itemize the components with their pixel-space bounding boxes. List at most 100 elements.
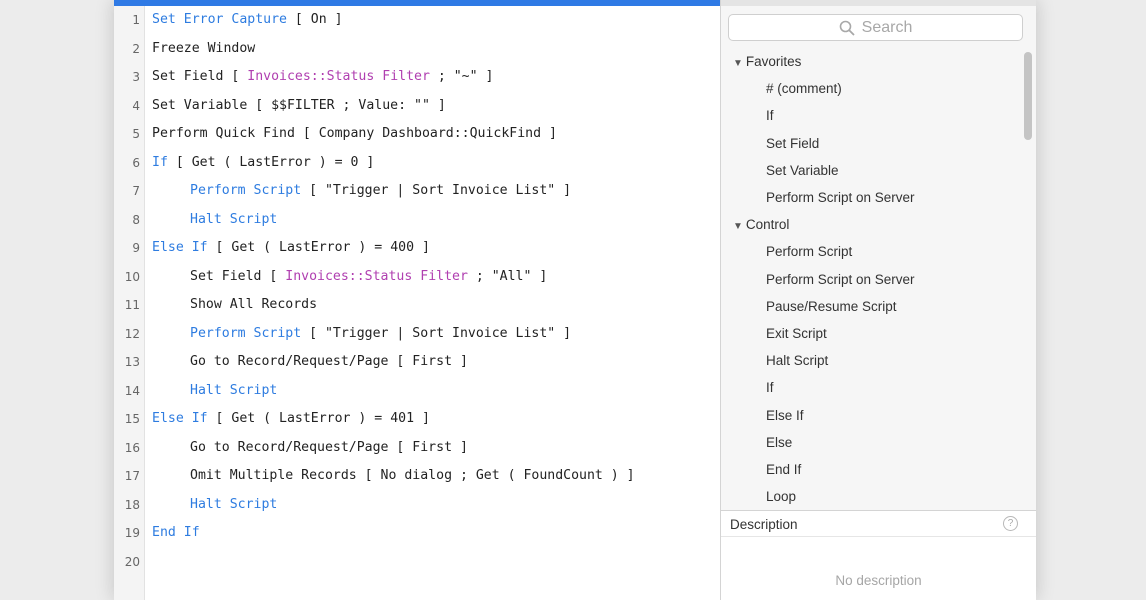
- help-icon[interactable]: ?: [1003, 516, 1018, 531]
- line-number: 19: [124, 526, 140, 540]
- step-list-item[interactable]: Loop: [766, 483, 1019, 510]
- step-code: Set Field [ Invoices::Status Filter ; "A…: [190, 263, 547, 291]
- script-step-line[interactable]: 18 Halt Script: [114, 491, 720, 519]
- step-keyword: Else If: [152, 240, 208, 255]
- step-text: [ Get ( LastError ) = 0 ]: [167, 154, 375, 170]
- script-step-line[interactable]: 9 Else If [ Get ( LastError ) = 400 ]: [114, 234, 720, 262]
- line-number: 17: [124, 469, 140, 483]
- step-text: Set Field [: [152, 69, 248, 84]
- step-code: Perform Script [ "Trigger | Sort Invoice…: [190, 177, 571, 205]
- category-label: Control: [745, 217, 790, 233]
- step-text: Go to Record/Request/Page [ First ]: [190, 439, 468, 455]
- script-steps-list: ▼ Favorites # (comment) If Set Field Set Vari…: [721, 48, 1019, 510]
- step-keyword: If: [152, 154, 168, 170]
- step-code: Set Variable [ $$FILTER ; Value: "" ]: [152, 92, 446, 120]
- description-header: Description ?: [721, 510, 1036, 537]
- step-text: [ "Trigger | Sort Invoice List" ]: [301, 325, 572, 341]
- steps-scrollbar[interactable]: [1020, 48, 1036, 510]
- step-code: Show All Records: [190, 291, 317, 319]
- line-number: 6: [132, 155, 140, 170]
- step-code: Set Error Capture [ On ]: [152, 6, 343, 34]
- script-step-line[interactable]: 1 Set Error Capture [ On ]: [114, 6, 720, 34]
- step-code: Halt Script: [190, 206, 277, 234]
- step-text: Set Variable [ $$FILTER ; Value: "" ]: [152, 97, 446, 113]
- description-text: No description: [835, 573, 922, 588]
- category-control[interactable]: ▼ Control: [733, 211, 1019, 238]
- description-body: No description: [721, 537, 1036, 600]
- step-list-item[interactable]: Pause/Resume Script: [766, 293, 1019, 320]
- script-step-line[interactable]: 16 Go to Record/Request/Page [ First ]: [114, 434, 720, 462]
- step-text: [ Get ( LastError ) = 400 ]: [207, 240, 430, 255]
- line-number: 15: [124, 412, 140, 426]
- step-code: End If: [152, 519, 200, 547]
- script-step-line[interactable]: 12 Perform Script [ "Trigger | Sort Invoi…: [114, 320, 720, 348]
- step-list-item[interactable]: Perform Script: [766, 238, 1019, 265]
- search-placeholder: Search: [861, 18, 913, 36]
- line-number: 11: [124, 298, 140, 312]
- script-step-line[interactable]: 2 Freeze Window: [114, 35, 720, 63]
- line-number: 20: [124, 554, 140, 569]
- category-favorites[interactable]: ▼ Favorites: [733, 48, 1019, 75]
- disclosure-triangle-icon[interactable]: ▼: [733, 50, 743, 77]
- step-code: Freeze Window: [152, 35, 255, 63]
- script-step-line[interactable]: 13 Go to Record/Request/Page [ First ]: [114, 348, 720, 376]
- step-code: Go to Record/Request/Page [ First ]: [190, 348, 468, 376]
- script-step-line[interactable]: 4 Set Variable [ $$FILTER ; Value: "" ]: [114, 92, 720, 120]
- step-list-item[interactable]: # (comment): [766, 75, 1019, 102]
- script-step-line[interactable]: 14 Halt Script: [114, 377, 720, 405]
- step-keyword: End If: [152, 525, 200, 540]
- disclosure-triangle-icon[interactable]: ▼: [733, 213, 743, 240]
- line-number: 16: [124, 440, 140, 455]
- step-text: ; "~" ]: [429, 69, 494, 84]
- step-code: Halt Script: [190, 377, 277, 405]
- scroll-thumb[interactable]: [1024, 52, 1032, 140]
- search-input[interactable]: Search: [728, 14, 1023, 41]
- step-code: Perform Quick Find [ Company Dashboard::…: [152, 120, 557, 148]
- step-list-item[interactable]: Else: [766, 429, 1019, 456]
- step-code: Omit Multiple Records [ No dialog ; Get …: [190, 462, 635, 490]
- line-number: 7: [132, 184, 140, 198]
- step-text: Perform Quick Find [ Company Dashboard::…: [152, 126, 557, 141]
- line-number: 4: [132, 98, 140, 113]
- step-keyword: Else If: [152, 411, 208, 426]
- script-step-line[interactable]: 5 Perform Quick Find [ Company Dashboard:…: [114, 120, 720, 148]
- step-list-item[interactable]: Perform Script on Server: [766, 266, 1019, 293]
- step-list-item[interactable]: Perform Script on Server: [766, 184, 1019, 211]
- line-number: 18: [124, 497, 140, 512]
- step-code: Halt Script: [190, 491, 277, 519]
- line-number: 10: [124, 269, 140, 284]
- step-list-item[interactable]: Set Field: [766, 130, 1019, 157]
- step-list-item[interactable]: Exit Script: [766, 320, 1019, 347]
- script-step-line[interactable]: 20: [114, 548, 720, 576]
- line-number: 13: [124, 355, 140, 369]
- step-list-item[interactable]: Halt Script: [766, 347, 1019, 374]
- field-reference: Invoices::Status Filter: [285, 268, 468, 284]
- search-icon: [839, 20, 855, 36]
- line-number: 5: [132, 127, 140, 141]
- step-list-item[interactable]: If: [766, 102, 1019, 129]
- step-text: Show All Records: [190, 297, 318, 312]
- panel-header-strip: [721, 0, 1036, 6]
- script-step-line[interactable]: 8 Halt Script: [114, 206, 720, 234]
- script-step-line[interactable]: 3 Set Field [ Invoices::Status Filter ; "…: [114, 63, 720, 91]
- description-title: Description: [730, 517, 798, 532]
- script-step-line[interactable]: 11 Show All Records: [114, 291, 720, 319]
- script-step-line[interactable]: 6 If [ Get ( LastError ) = 0 ]: [114, 149, 720, 177]
- script-editor[interactable]: 1 Set Error Capture [ On ] 2 Freeze Window 3…: [114, 0, 720, 600]
- step-list-item[interactable]: End If: [766, 456, 1019, 483]
- step-list-item[interactable]: Set Variable: [766, 157, 1019, 184]
- script-step-line[interactable]: 19 End If: [114, 519, 720, 547]
- steps-panel: Search ▼ Favorites # (comment) If Set Field S…: [721, 0, 1036, 600]
- script-step-line[interactable]: 10 Set Field [ Invoices::Status Filter ; …: [114, 263, 720, 291]
- line-number: 2: [132, 41, 140, 56]
- step-list-item[interactable]: Else If: [766, 402, 1019, 429]
- script-step-line[interactable]: 7 Perform Script [ "Trigger | Sort Invoic…: [114, 177, 720, 205]
- step-code: Set Field [ Invoices::Status Filter ; "~…: [152, 63, 493, 91]
- step-text: [ "Trigger | Sort Invoice List" ]: [301, 183, 572, 198]
- step-list-item[interactable]: If: [766, 374, 1019, 401]
- step-text: ; "All" ]: [467, 268, 548, 284]
- step-keyword: Set Error Capture: [152, 12, 287, 27]
- script-step-line[interactable]: 15 Else If [ Get ( LastError ) = 401 ]: [114, 405, 720, 433]
- step-text: Freeze Window: [152, 40, 256, 56]
- script-step-line[interactable]: 17 Omit Multiple Records [ No dialog ; Ge…: [114, 462, 720, 490]
